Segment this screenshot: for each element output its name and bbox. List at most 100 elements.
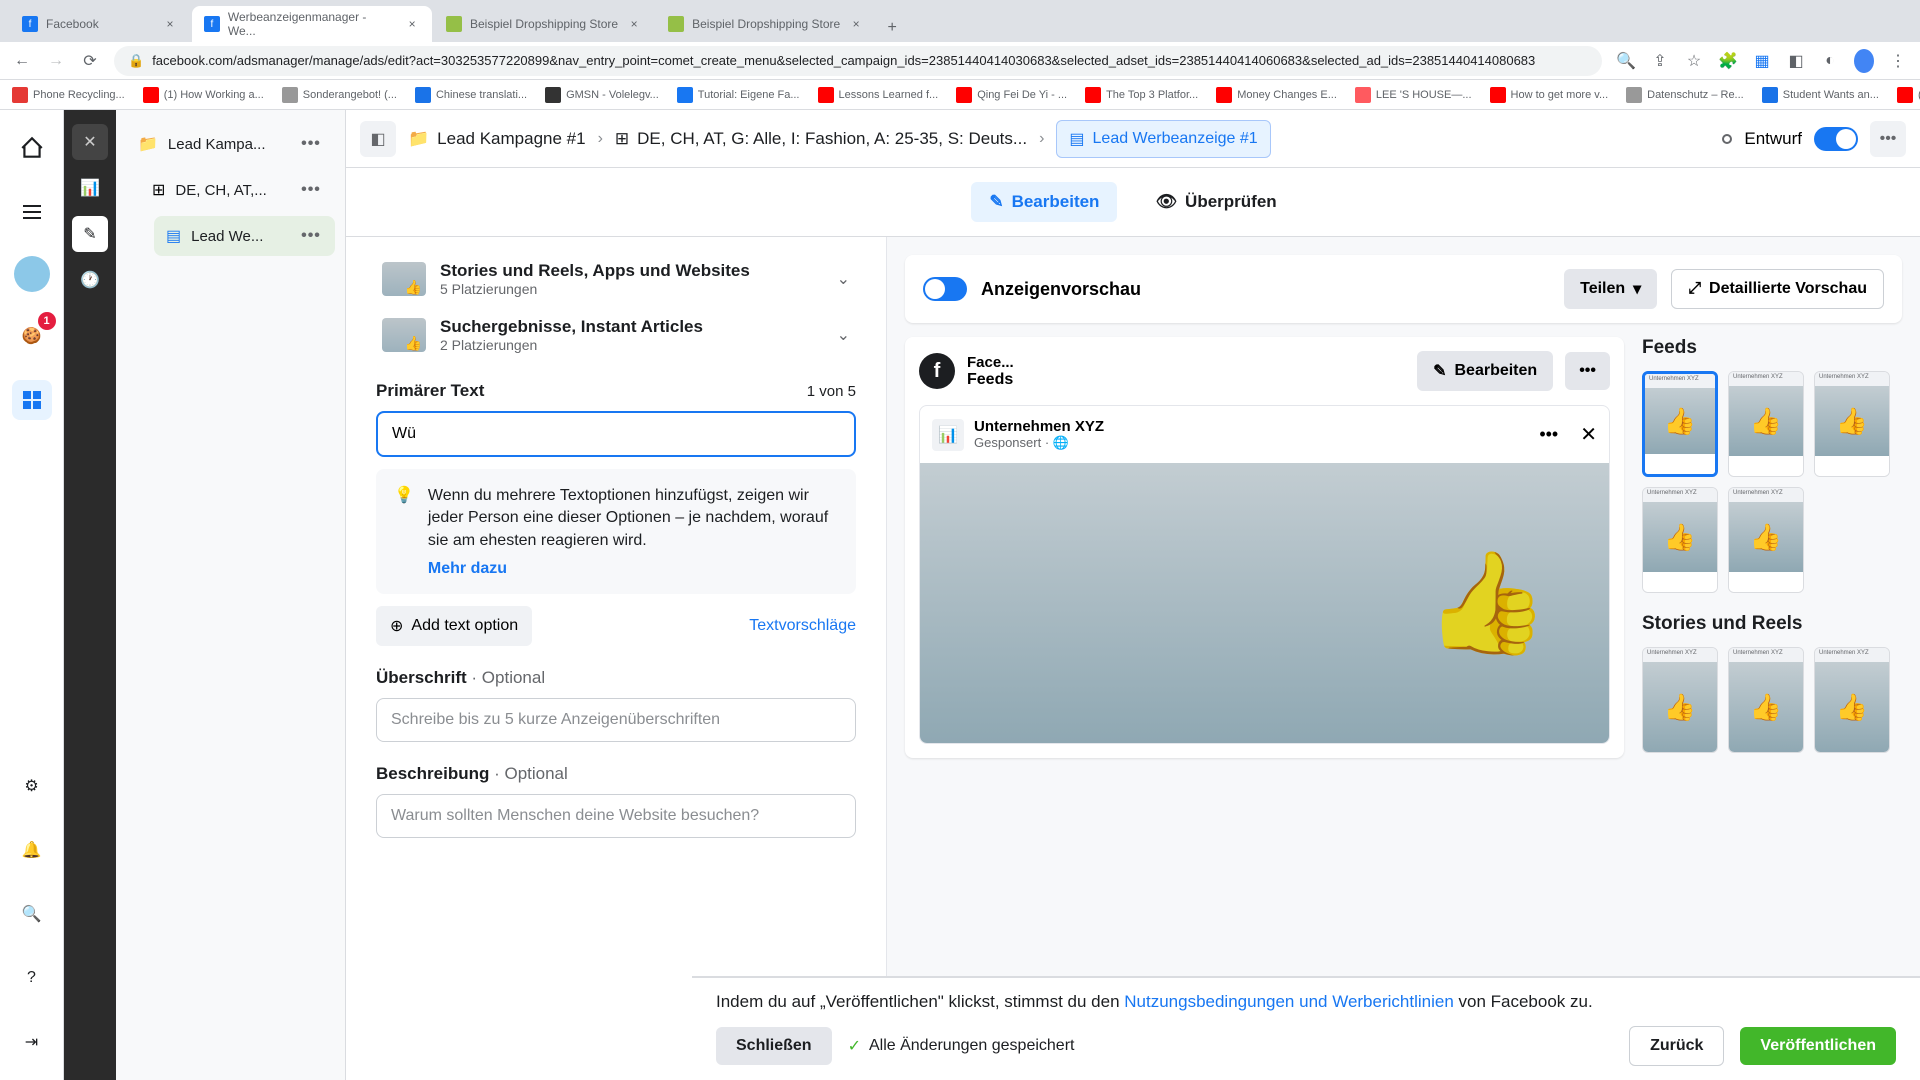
thumbnail-story[interactable]: Unternehmen XYZ👍 [1814,647,1890,753]
close-icon[interactable]: × [626,16,642,32]
back-icon[interactable]: ← [12,51,32,71]
crumb-campaign[interactable]: 📁 Lead Kampagne #1 [408,129,586,149]
headline-input[interactable]: Schreibe bis zu 5 kurze Anzeigenüberschr… [376,698,856,742]
reload-icon[interactable]: ⟳ [80,51,100,71]
tree-label: Lead Kampa... [168,136,289,153]
bookmark-item[interactable]: GMSN - Volelegv... [545,87,659,103]
bookmark-item[interactable]: Phone Recycling... [12,87,125,103]
bookmark-item[interactable]: Sonderangebot! (... [282,87,397,103]
more-icon[interactable]: ••• [299,181,323,199]
saved-indicator: ✓ Alle Änderungen gespeichert [848,1036,1614,1056]
edit-preview-button[interactable]: ✎ Bearbeiten [1417,351,1553,391]
back-button[interactable]: Zurück [1629,1026,1724,1066]
more-icon[interactable]: ••• [299,227,323,245]
browser-tab-adsmanager[interactable]: f Werbeanzeigenmanager - We... × [192,6,432,42]
crumb-adset[interactable]: ⊞ DE, CH, AT, G: Alle, I: Fashion, A: 25… [615,129,1027,149]
bookmark-item[interactable]: Chinese translati... [415,87,527,103]
tree-campaign[interactable]: 📁 Lead Kampa... ••• [126,124,335,164]
close-button[interactable]: Schließen [716,1027,832,1065]
profile-icon[interactable] [1854,51,1874,71]
terms-link[interactable]: Nutzungsbedingungen und Werberichtlinien [1124,992,1454,1011]
tab-edit[interactable]: ✎ Bearbeiten [971,182,1117,222]
publish-button[interactable]: Veröffentlichen [1740,1027,1896,1065]
chart-icon[interactable]: 📊 [72,170,108,206]
add-text-option-button[interactable]: ⊕ Add text option [376,606,532,646]
cookie-icon[interactable]: 🍪1 [12,316,52,356]
new-tab-button[interactable]: + [878,14,906,42]
browser-tab-shopify2[interactable]: Beispiel Dropshipping Store × [656,6,876,42]
bookmark-item[interactable]: Tutorial: Eigene Fa... [677,87,800,103]
forward-icon[interactable]: → [46,51,66,71]
url-actions: 🔍 ⇪ ☆ 🧩 ▦ ◧ ◐ ⋮ [1616,51,1908,71]
settings-icon[interactable]: ⚙ [12,766,52,806]
ads-manager-icon[interactable] [12,380,52,420]
bookmark-item[interactable]: (2) How To Add A... [1897,87,1920,103]
tab-review[interactable]: 👁 Überprüfen [1137,182,1294,222]
menu-icon[interactable]: ⋮ [1888,51,1908,71]
fb-pixel-icon[interactable]: ▦ [1752,51,1772,71]
check-icon: ✓ [848,1036,861,1056]
search-icon[interactable]: 🔍 [12,894,52,934]
more-button[interactable]: ••• [1565,352,1610,390]
bookmark-item[interactable]: Datenschutz – Re... [1626,87,1744,103]
star-icon[interactable]: ☆ [1684,51,1704,71]
preview-toggle[interactable] [923,277,967,301]
primary-text-input[interactable] [376,411,856,457]
tree-ad[interactable]: ▤ Lead We... ••• [154,216,335,256]
zoom-icon[interactable]: 🔍 [1616,51,1636,71]
share-icon[interactable]: ⇪ [1650,51,1670,71]
bookmark-item[interactable]: Money Changes E... [1216,87,1337,103]
home-icon[interactable] [12,128,52,168]
bookmark-item[interactable]: LEE 'S HOUSE—... [1355,87,1472,103]
close-icon[interactable]: × [162,16,178,32]
browser-tab-shopify1[interactable]: Beispiel Dropshipping Store × [434,6,654,42]
extension-icon[interactable]: 🧩 [1718,51,1738,71]
extension3-icon[interactable]: ◐ [1820,51,1840,71]
crumb-ad[interactable]: ▤ Lead Werbeanzeige #1 [1056,120,1270,158]
close-icon[interactable]: × [404,16,420,32]
thumbnail-feed[interactable]: Unternehmen XYZ👍 [1642,371,1718,477]
close-icon[interactable]: × [848,16,864,32]
edit-icon[interactable]: ✎ [72,216,108,252]
more-link[interactable]: Mehr dazu [428,560,507,578]
bookmark-item[interactable]: Qing Fei De Yi - ... [956,87,1067,103]
close-icon[interactable]: ✕ [1580,422,1597,447]
more-icon[interactable]: ••• [299,135,323,153]
collapse-icon[interactable]: ⇥ [12,1022,52,1062]
suggestions-link[interactable]: Textvorschläge [749,617,856,635]
thumbnail-feed[interactable]: Unternehmen XYZ👍 [1814,371,1890,477]
thumbnail-feed[interactable]: Unternehmen XYZ👍 [1728,487,1804,593]
history-icon[interactable]: 🕐 [72,262,108,298]
extension2-icon[interactable]: ◧ [1786,51,1806,71]
placement-stories[interactable]: Stories und Reels, Apps und Websites 5 P… [376,251,856,307]
ad-toggle[interactable] [1814,127,1858,151]
tree-adset[interactable]: ⊞ DE, CH, AT,... ••• [140,170,335,210]
description-input[interactable]: Warum sollten Menschen deine Website bes… [376,794,856,838]
bookmark-item[interactable]: Lessons Learned f... [818,87,939,103]
share-button[interactable]: Teilen ▾ [1564,269,1657,309]
avatar[interactable] [14,256,50,292]
notifications-icon[interactable]: 🔔 [12,830,52,870]
thumbnail-story[interactable]: Unternehmen XYZ👍 [1642,647,1718,753]
bookmark-item[interactable]: How to get more v... [1490,87,1609,103]
help-icon[interactable]: ? [12,958,52,998]
url-input[interactable]: 🔒 facebook.com/adsmanager/manage/ads/edi… [114,46,1602,76]
placement-thumb [382,262,426,296]
menu-icon[interactable] [12,192,52,232]
bookmark-item[interactable]: Student Wants an... [1762,87,1879,103]
detailed-preview-button[interactable]: ⤢ Detaillierte Vorschau [1671,269,1884,309]
more-options-icon[interactable]: ••• [1870,121,1906,157]
thumbnail-story[interactable]: Unternehmen XYZ👍 [1728,647,1804,753]
sponsored-label: Gesponsert · 🌐 [974,435,1529,451]
editor-panel: Stories und Reels, Apps und Websites 5 P… [346,237,886,1080]
folder-icon: 📁 [408,129,429,149]
panel-toggle-icon[interactable]: ◧ [360,121,396,157]
placement-search[interactable]: Suchergebnisse, Instant Articles 2 Platz… [376,307,856,363]
thumbnail-feed[interactable]: Unternehmen XYZ👍 [1728,371,1804,477]
bookmark-item[interactable]: (1) How Working a... [143,87,264,103]
bookmark-item[interactable]: The Top 3 Platfor... [1085,87,1198,103]
browser-tab-facebook[interactable]: f Facebook × [10,6,190,42]
thumbnail-feed[interactable]: Unternehmen XYZ👍 [1642,487,1718,593]
more-icon[interactable]: ••• [1539,424,1558,445]
close-editor-button[interactable]: ✕ [72,124,108,160]
